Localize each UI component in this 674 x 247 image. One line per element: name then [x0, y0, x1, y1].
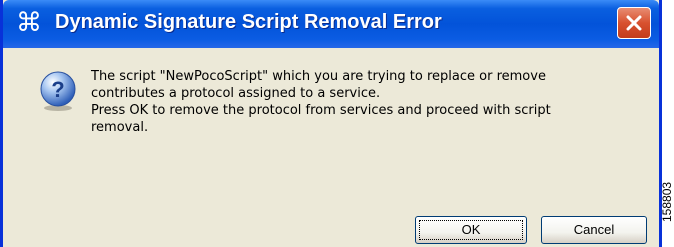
window-title: Dynamic Signature Script Removal Error: [55, 11, 442, 33]
error-message: The script "NewPocoScript" which you are…: [91, 68, 611, 136]
cancel-button[interactable]: Cancel: [541, 216, 647, 244]
question-icon: ?: [40, 71, 76, 111]
error-dialog: ⌘ Dynamic Signature Script Removal Error…: [0, 0, 662, 247]
close-icon: [626, 15, 642, 31]
dialog-body: ? The script "NewPocoScript" which you a…: [3, 48, 659, 247]
svg-text:?: ?: [51, 77, 64, 102]
ok-button[interactable]: OK: [415, 216, 527, 244]
figure-id: 158803: [660, 181, 674, 222]
close-button[interactable]: [617, 7, 651, 39]
app-symbol-icon: ⌘: [16, 8, 42, 38]
title-bar[interactable]: ⌘ Dynamic Signature Script Removal Error: [3, 0, 659, 48]
message-line-2: Press OK to remove the protocol from ser…: [91, 103, 551, 135]
ok-button-label: OK: [419, 220, 523, 240]
message-line-1: The script "NewPocoScript" which you are…: [91, 69, 546, 101]
